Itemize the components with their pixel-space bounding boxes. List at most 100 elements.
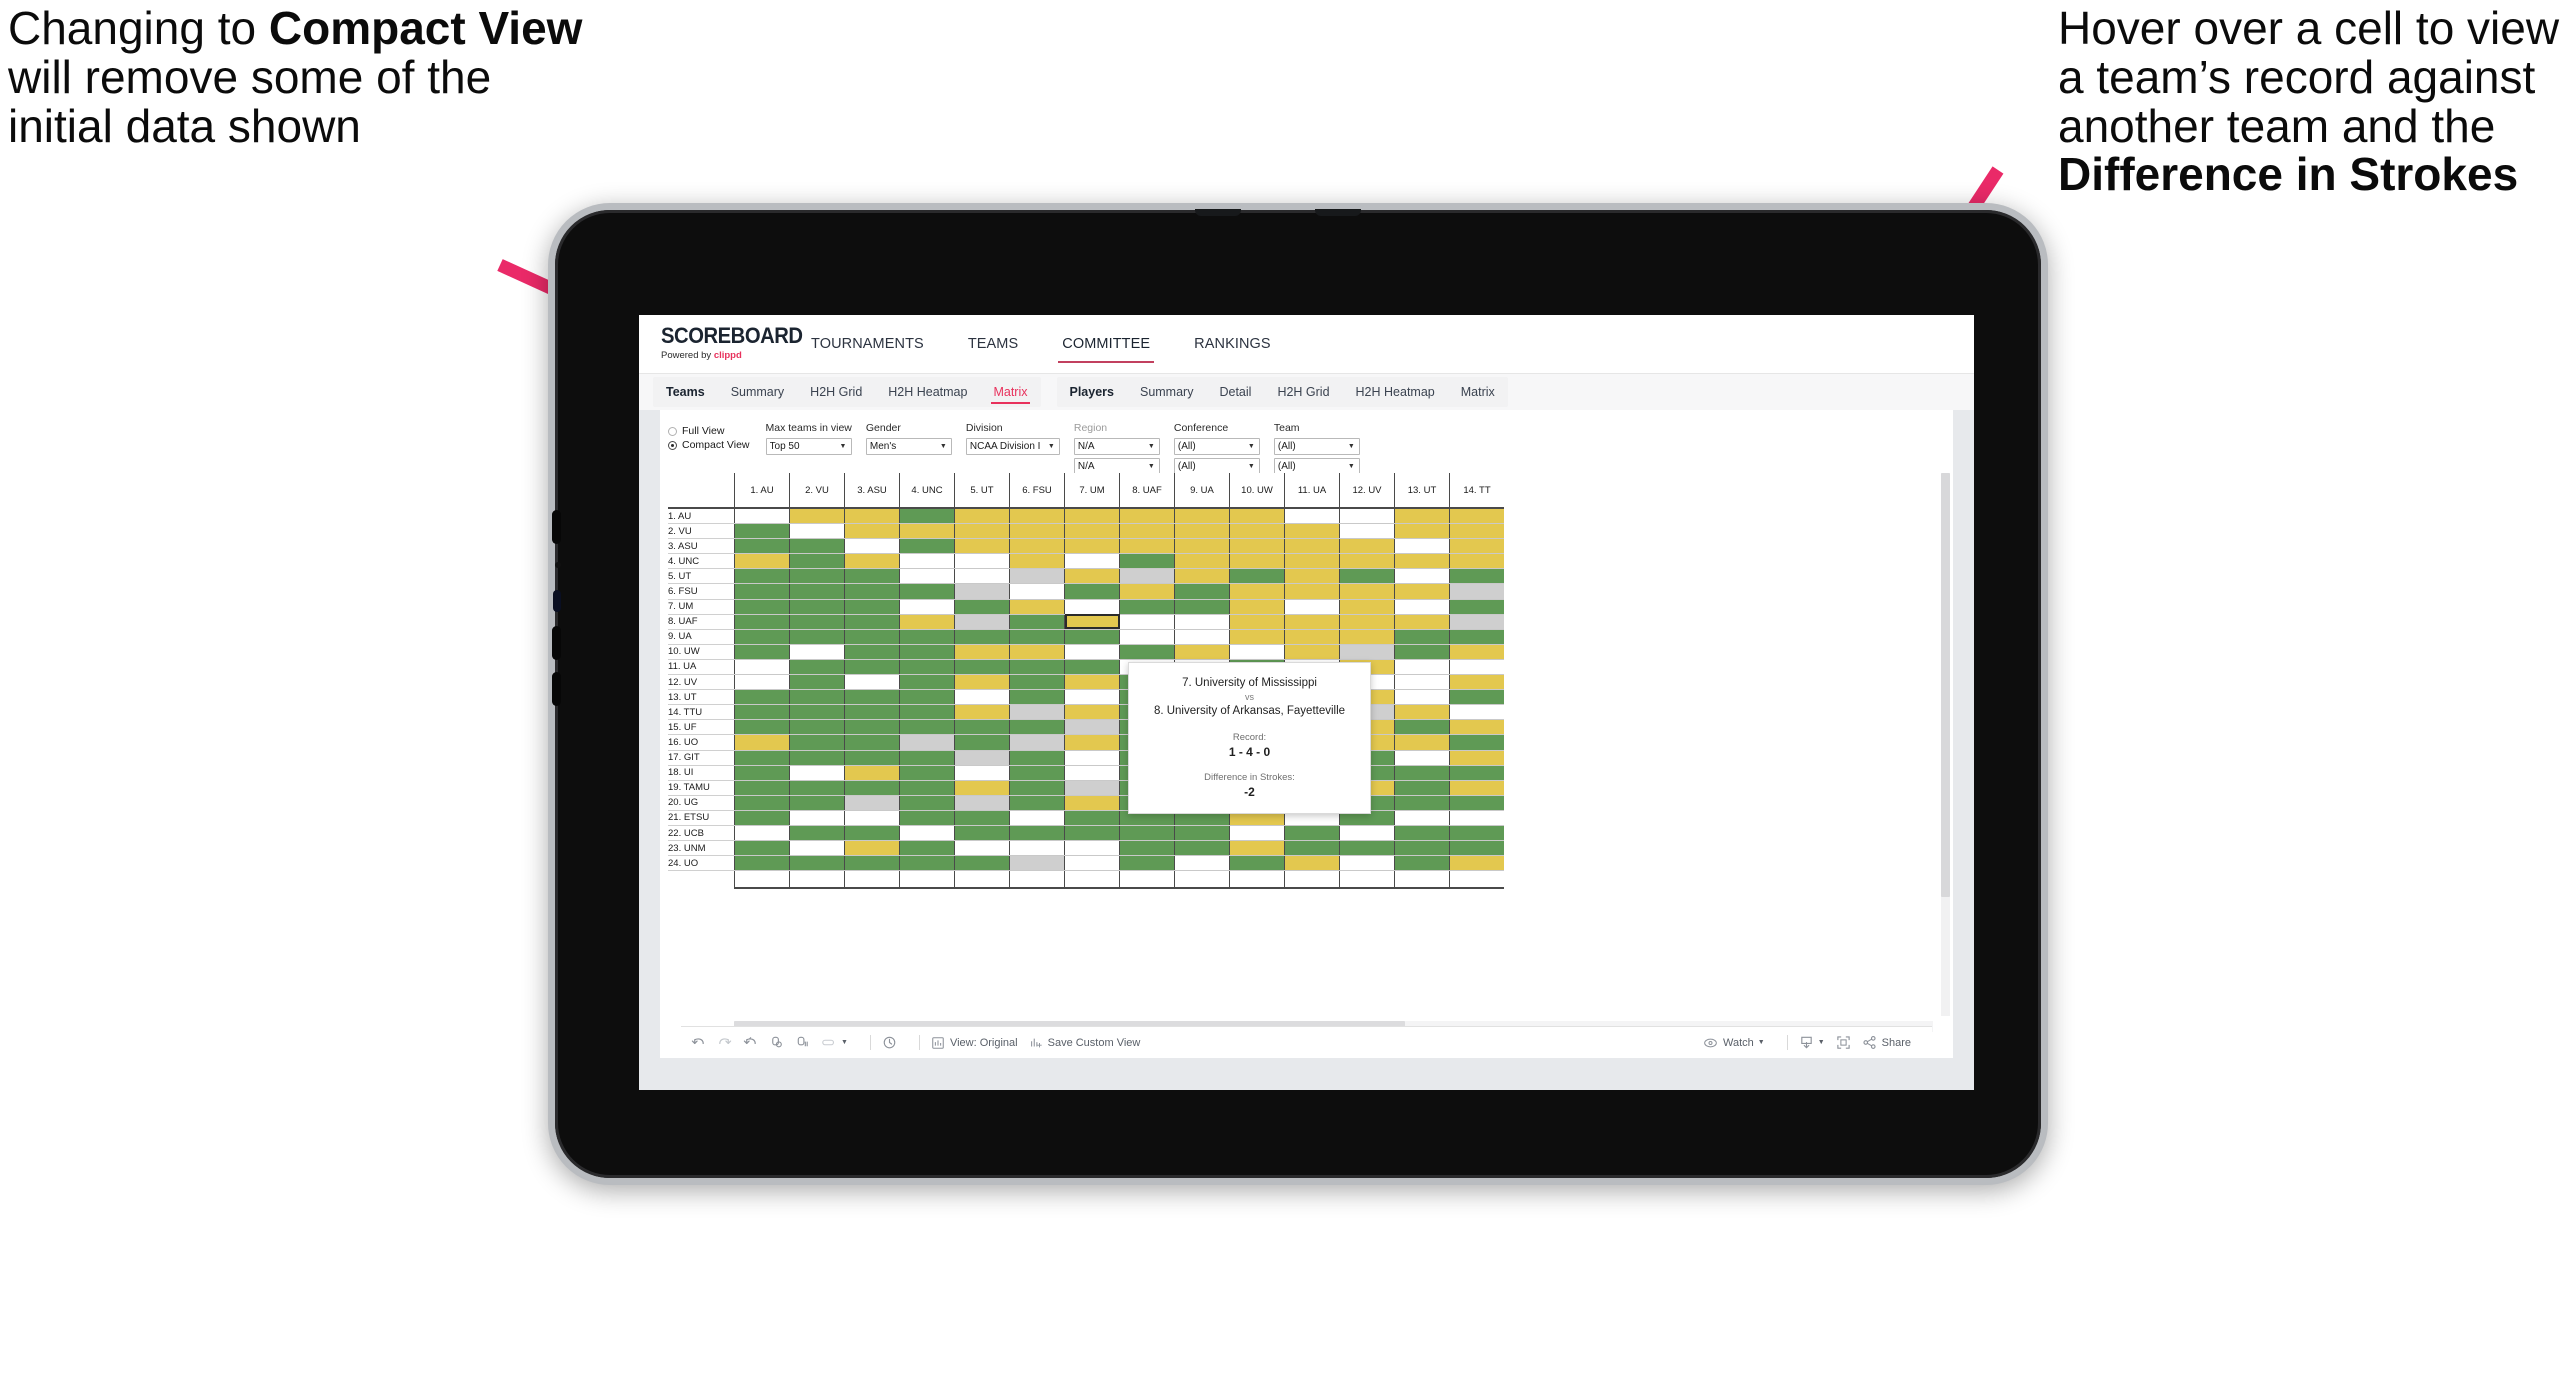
matrix-cell[interactable]: [734, 538, 790, 555]
matrix-cell[interactable]: [1449, 750, 1504, 766]
matrix-cell[interactable]: [734, 689, 790, 706]
matrix-cell[interactable]: [734, 674, 790, 691]
matrix-column-header[interactable]: 11. UA: [1284, 473, 1340, 509]
matrix-row-header[interactable]: 18. UI: [668, 765, 735, 781]
matrix-cell[interactable]: [899, 568, 955, 585]
filter-gender-select[interactable]: Men's ▼: [865, 438, 952, 455]
matrix-cell[interactable]: [954, 719, 1010, 736]
matrix-cell[interactable]: [1064, 523, 1120, 540]
matrix-row-header[interactable]: 8. UAF: [668, 614, 735, 630]
matrix-cell[interactable]: [1229, 840, 1285, 857]
matrix-row-header[interactable]: 2. VU: [668, 523, 735, 540]
matrix-cell[interactable]: [1009, 599, 1065, 615]
matrix-cell[interactable]: [1394, 734, 1450, 751]
matrix-cell[interactable]: [844, 523, 900, 540]
matrix-cell[interactable]: [1449, 583, 1504, 600]
matrix-row-header[interactable]: 14. TTU: [668, 704, 735, 721]
matrix-cell[interactable]: [789, 734, 845, 751]
matrix-cell[interactable]: [1394, 719, 1450, 736]
matrix-cell[interactable]: [899, 704, 955, 721]
matrix-cell[interactable]: [1394, 825, 1450, 842]
matrix-cell[interactable]: [1174, 855, 1230, 872]
matrix-row-header[interactable]: 19. TAMU: [668, 780, 735, 796]
matrix-cell[interactable]: [899, 629, 955, 645]
matrix-cell[interactable]: [1229, 508, 1285, 525]
matrix-cell[interactable]: [1339, 599, 1395, 615]
matrix-cell[interactable]: [1064, 689, 1120, 706]
matrix-cell[interactable]: [954, 780, 1010, 796]
matrix-cell[interactable]: [1119, 599, 1175, 615]
matrix-cell[interactable]: [844, 659, 900, 676]
matrix-cell[interactable]: [844, 840, 900, 857]
nav-item-tournaments[interactable]: TOURNAMENTS: [789, 315, 946, 373]
matrix-row-header[interactable]: 15. UF: [668, 719, 735, 736]
matrix-cell[interactable]: [1394, 508, 1450, 525]
matrix-cell[interactable]: [1394, 599, 1450, 615]
matrix-cell[interactable]: [1339, 553, 1395, 570]
pause-auto-update-button[interactable]: [795, 1035, 810, 1050]
matrix-cell[interactable]: [1174, 583, 1230, 600]
matrix-cell[interactable]: [1229, 855, 1285, 872]
matrix-cell[interactable]: [1009, 810, 1065, 826]
matrix-cell[interactable]: [789, 780, 845, 796]
matrix-cell[interactable]: [1394, 538, 1450, 555]
matrix-cell[interactable]: [1064, 568, 1120, 585]
matrix-cell[interactable]: [734, 629, 790, 645]
matrix-cell[interactable]: [1064, 825, 1120, 842]
matrix-cell[interactable]: [1449, 508, 1504, 525]
matrix-cell[interactable]: [954, 629, 1010, 645]
matrix-cell[interactable]: [1119, 583, 1175, 600]
matrix-cell[interactable]: [734, 780, 790, 796]
matrix-cell[interactable]: [1449, 644, 1504, 660]
matrix-cell[interactable]: [1009, 689, 1065, 706]
matrix-cell[interactable]: [734, 659, 790, 676]
matrix-cell[interactable]: [1339, 538, 1395, 555]
matrix-cell[interactable]: [1394, 704, 1450, 721]
matrix-cell[interactable]: [789, 659, 845, 676]
matrix-cell[interactable]: [954, 704, 1010, 721]
matrix-cell[interactable]: [789, 508, 845, 525]
matrix-cell[interactable]: [1394, 855, 1450, 872]
matrix-row-header[interactable]: 13. UT: [668, 689, 735, 706]
matrix-column-header[interactable]: 1. AU: [734, 473, 790, 509]
filter-max-teams-select[interactable]: Top 50 ▼: [765, 438, 852, 455]
matrix-cell[interactable]: [1064, 734, 1120, 751]
matrix-cell[interactable]: [1229, 614, 1285, 630]
matrix-cell[interactable]: [899, 810, 955, 826]
matrix-cell[interactable]: [1449, 810, 1504, 826]
matrix-cell[interactable]: [734, 750, 790, 766]
matrix-cell[interactable]: [789, 553, 845, 570]
nav-item-committee[interactable]: COMMITTEE: [1040, 315, 1172, 373]
matrix-cell[interactable]: [954, 750, 1010, 766]
matrix-cell[interactable]: [899, 689, 955, 706]
nav-item-rankings[interactable]: RANKINGS: [1172, 315, 1293, 373]
matrix-cell[interactable]: [954, 644, 1010, 660]
matrix-cell[interactable]: [1449, 599, 1504, 615]
matrix-cell[interactable]: [789, 538, 845, 555]
matrix-column-header[interactable]: 7. UM: [1064, 473, 1120, 509]
matrix-cell[interactable]: [1119, 855, 1175, 872]
matrix-cell[interactable]: [954, 855, 1010, 872]
matrix-cell[interactable]: [1449, 674, 1504, 691]
matrix-cell[interactable]: [844, 825, 900, 842]
matrix-cell[interactable]: [1394, 674, 1450, 691]
matrix-cell[interactable]: [789, 765, 845, 781]
matrix-cell[interactable]: [899, 734, 955, 751]
matrix-cell[interactable]: [1009, 855, 1065, 872]
matrix-cell[interactable]: [1449, 840, 1504, 857]
matrix-cell[interactable]: [899, 614, 955, 630]
matrix-cell[interactable]: [954, 810, 1010, 826]
matrix-cell[interactable]: [1449, 825, 1504, 842]
matrix-cell[interactable]: [1394, 553, 1450, 570]
matrix-cell[interactable]: [844, 734, 900, 751]
matrix-cell[interactable]: [789, 523, 845, 540]
matrix-cell[interactable]: [844, 780, 900, 796]
matrix-cell[interactable]: [954, 840, 1010, 857]
matrix-cell[interactable]: [1394, 765, 1450, 781]
undo-button[interactable]: [691, 1035, 706, 1050]
matrix-cell[interactable]: [1394, 689, 1450, 706]
matrix-cell[interactable]: [954, 825, 1010, 842]
matrix-cell[interactable]: [844, 810, 900, 826]
matrix-cell[interactable]: [954, 674, 1010, 691]
matrix-cell[interactable]: [1229, 644, 1285, 660]
